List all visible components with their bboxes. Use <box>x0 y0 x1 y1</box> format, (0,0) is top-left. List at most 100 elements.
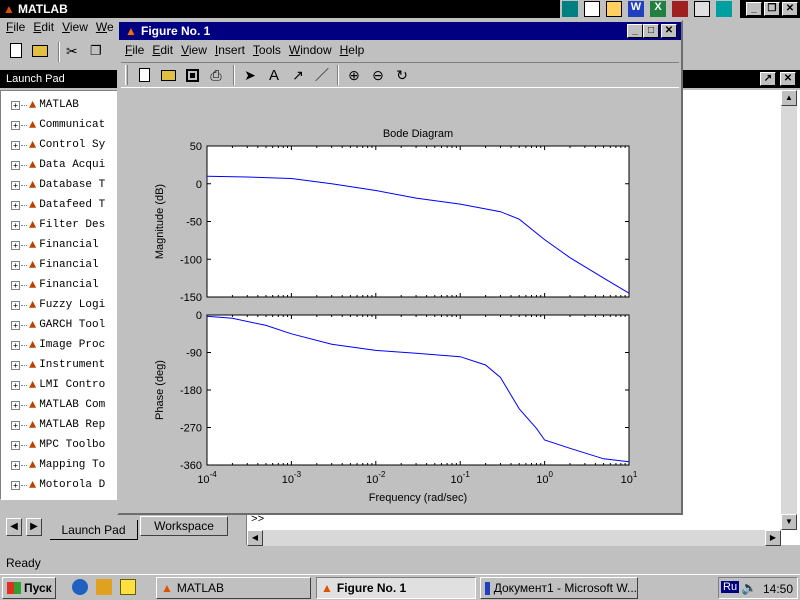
figure-menu-edit[interactable]: Edit <box>148 43 177 57</box>
expand-icon[interactable]: + <box>11 100 20 110</box>
tree-item[interactable]: + ▲ Control Sy <box>11 135 105 155</box>
copy-icon[interactable]: ❐ <box>90 43 102 59</box>
quick-launch-desktop-icon[interactable] <box>120 579 136 595</box>
expand-icon[interactable]: + <box>11 480 20 490</box>
volume-icon[interactable]: 🔈 <box>741 580 757 596</box>
open-folder-icon[interactable] <box>32 45 48 57</box>
matlab-close-button[interactable]: ✕ <box>782 2 798 16</box>
tree-item[interactable]: + ▲ MPC Toolbo <box>11 435 105 455</box>
word-icon[interactable]: W <box>628 1 644 17</box>
language-indicator[interactable]: Ru <box>721 581 740 593</box>
command-scrollbar-vertical[interactable] <box>781 90 797 530</box>
expand-icon[interactable]: + <box>11 440 20 450</box>
expand-icon[interactable]: + <box>11 220 20 230</box>
desktop-icon[interactable] <box>562 1 578 17</box>
save-icon[interactable] <box>181 64 203 86</box>
print-icon[interactable]: ⎙ <box>205 64 227 86</box>
access-icon[interactable] <box>672 1 688 17</box>
taskbar-figure-button[interactable]: ▲ Figure No. 1 <box>316 577 476 599</box>
command-scroll-down-button[interactable]: ▼ <box>781 514 797 530</box>
tree-item[interactable]: + ▲ Financial <box>11 235 99 255</box>
command-scrollbar-horizontal[interactable] <box>247 530 781 546</box>
rotate-icon[interactable]: ↻ <box>391 64 413 86</box>
tree-item[interactable]: + ▲ Datafeed T <box>11 195 105 215</box>
figure-menu-view[interactable]: View <box>177 43 211 57</box>
insert-arrow-icon[interactable]: ↗ <box>287 64 309 86</box>
figure-minimize-button[interactable]: _ <box>627 24 643 38</box>
tree-item[interactable]: + ▲ Communicat <box>11 115 105 135</box>
tree-item[interactable]: + ▲ MATLAB Rep <box>11 415 105 435</box>
expand-icon[interactable]: + <box>11 160 20 170</box>
expand-icon[interactable]: + <box>11 300 20 310</box>
expand-icon[interactable]: + <box>11 260 20 270</box>
tree-item[interactable]: + ▲ Financial <box>11 255 99 275</box>
tree-item[interactable]: + ▲ MATLAB Com <box>11 395 105 415</box>
expand-icon[interactable]: + <box>11 180 20 190</box>
matlab-menu-file[interactable]: File <box>2 20 29 34</box>
expand-icon[interactable]: + <box>11 460 20 470</box>
new-file-icon[interactable] <box>10 43 22 58</box>
tree-item[interactable]: + ▲ Motorola D <box>11 475 105 495</box>
quick-launch-ie-icon[interactable] <box>72 579 88 595</box>
expand-icon[interactable]: + <box>11 420 20 430</box>
taskbar-matlab-button[interactable]: ▲ MATLAB <box>156 577 311 599</box>
tree-item[interactable]: + ▲ Mapping To <box>11 455 105 475</box>
matlab-menu-web[interactable]: We <box>92 20 118 34</box>
command-undock-button[interactable]: ↗ <box>760 72 776 86</box>
taskbar-word-button[interactable]: Документ1 - Microsoft W... <box>480 577 638 599</box>
tree-item[interactable]: + ▲ MATLAB <box>11 95 79 115</box>
figure-maximize-button[interactable]: □ <box>643 24 659 38</box>
quick-launch-outlook-icon[interactable] <box>96 579 112 595</box>
explorer-icon[interactable] <box>606 1 622 17</box>
tab-scroll-right-button[interactable]: ▶ <box>26 518 42 536</box>
tree-item[interactable]: + ▲ Image Proc <box>11 335 105 355</box>
tree-item[interactable]: + ▲ Fuzzy Logi <box>11 295 105 315</box>
expand-icon[interactable]: + <box>11 360 20 370</box>
tree-item[interactable]: + ▲ Data Acqui <box>11 155 105 175</box>
command-scroll-left-button[interactable]: ◀ <box>247 530 263 546</box>
tree-item[interactable]: + ▲ GARCH Tool <box>11 315 105 335</box>
expand-icon[interactable]: + <box>11 400 20 410</box>
cut-icon[interactable]: ✂ <box>66 43 78 60</box>
tab-scroll-left-button[interactable]: ◀ <box>6 518 22 536</box>
figure-menu-file[interactable]: File <box>121 43 148 57</box>
figure-menu-insert[interactable]: Insert <box>211 43 249 57</box>
excel-icon[interactable]: X <box>650 1 666 17</box>
outlook-icon[interactable] <box>584 1 600 17</box>
tab-launch-pad[interactable]: Launch Pad <box>50 520 138 540</box>
tree-item[interactable]: + ▲ Instrument <box>11 355 105 375</box>
insert-line-icon[interactable]: ／ <box>311 64 333 86</box>
expand-icon[interactable]: + <box>11 280 20 290</box>
open-file-icon[interactable] <box>157 64 179 86</box>
new-figure-icon[interactable] <box>133 64 155 86</box>
command-scroll-up-button[interactable]: ▲ <box>781 90 797 106</box>
tree-item[interactable]: + ▲ Filter Des <box>11 215 105 235</box>
expand-icon[interactable]: + <box>11 200 20 210</box>
matlab-menu-view[interactable]: View <box>58 20 92 34</box>
expand-icon[interactable]: + <box>11 380 20 390</box>
matlab-minimize-button[interactable]: _ <box>746 2 762 16</box>
figure-menu-tools[interactable]: Tools <box>249 43 285 57</box>
expand-icon[interactable]: + <box>11 240 20 250</box>
figure-canvas[interactable]: 50 0 -50 -100 -150 Magnitude (dB) Bode Diagram… <box>121 90 679 510</box>
tree-item[interactable]: + ▲ LMI Contro <box>11 375 105 395</box>
tree-item[interactable]: + ▲ Financial <box>11 275 99 295</box>
insert-text-icon[interactable]: A <box>263 64 285 86</box>
key-icon[interactable] <box>694 1 710 17</box>
tab-workspace[interactable]: Workspace <box>140 516 228 536</box>
expand-icon[interactable]: + <box>11 140 20 150</box>
figure-menu-help[interactable]: Help <box>336 43 369 57</box>
command-close-button[interactable]: ✕ <box>780 72 796 86</box>
tree-item[interactable]: + ▲ Database T <box>11 175 105 195</box>
network-icon[interactable] <box>716 1 732 17</box>
zoom-out-icon[interactable]: ⊖ <box>367 64 389 86</box>
figure-menu-window[interactable]: Window <box>285 43 336 57</box>
expand-icon[interactable]: + <box>11 120 20 130</box>
matlab-restore-button[interactable]: ❐ <box>764 2 780 16</box>
figure-titlebar[interactable]: ▲ Figure No. 1 _ □ ✕ <box>119 22 681 40</box>
matlab-titlebar[interactable]: ▲ MATLAB W X _ ❐ ✕ <box>0 0 800 18</box>
start-button[interactable]: Пуск <box>2 577 56 599</box>
figure-close-button[interactable]: ✕ <box>661 24 677 38</box>
command-scroll-right-button[interactable]: ▶ <box>765 530 781 546</box>
matlab-menu-edit[interactable]: Edit <box>29 20 58 34</box>
